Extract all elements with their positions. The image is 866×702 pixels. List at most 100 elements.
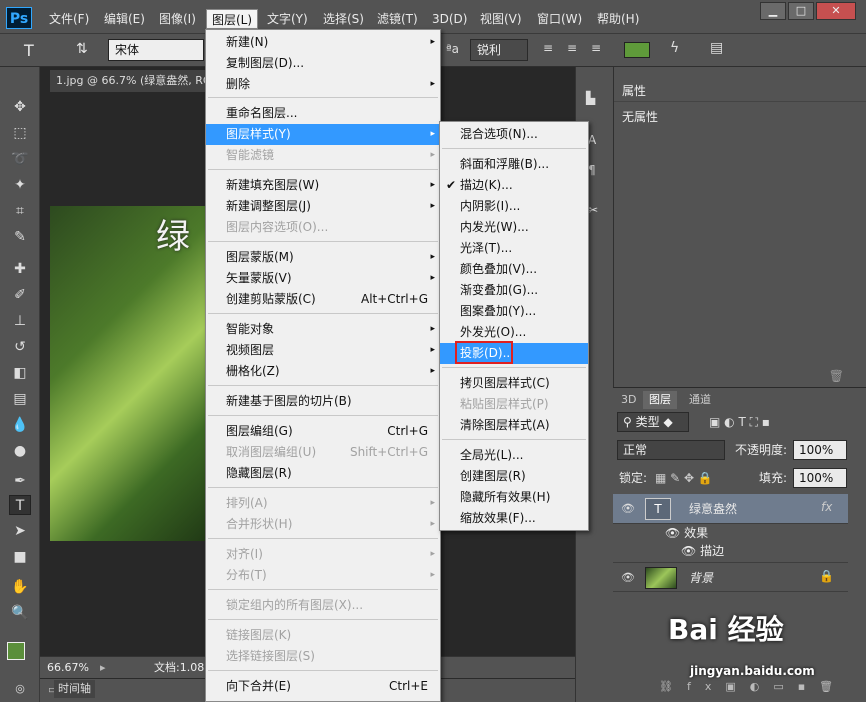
path-selection-tool-icon[interactable]: ➤ [9, 521, 31, 541]
menu-item-pattern-overlay[interactable]: 图案叠加(Y)... [440, 301, 588, 322]
character-panel-icon[interactable]: ▤ [710, 40, 723, 62]
dodge-tool-icon[interactable]: ● [9, 441, 31, 461]
stroke-effect-row[interactable]: 👁 描边 [681, 542, 724, 560]
effects-row[interactable]: 👁 效果 [665, 524, 708, 542]
menu-item-hide-all-effects[interactable]: 隐藏所有效果(H) [440, 487, 588, 508]
menu-item-rename[interactable]: 重命名图层... [206, 103, 440, 124]
menu-item-new-adjustment-layer[interactable]: 新建调整图层(J) ▸ [206, 196, 440, 217]
lasso-tool-icon[interactable]: ➰ [9, 149, 31, 169]
canvas-image[interactable]: 绿 [50, 206, 216, 541]
menu-item-align[interactable]: 对齐(I) ▸ [206, 544, 440, 565]
eye-icon[interactable]: 👁 [621, 571, 635, 584]
menu-image[interactable]: 图像(I) [154, 9, 201, 29]
minimize-button[interactable]: ▁ [760, 2, 786, 20]
menu-item-color-overlay[interactable]: 颜色叠加(V)... [440, 259, 588, 280]
menu-item-gradient-overlay[interactable]: 渐变叠加(G)... [440, 280, 588, 301]
menu-item-video-layer[interactable]: 视频图层 ▸ [206, 340, 440, 361]
menu-view[interactable]: 视图(V) [475, 9, 527, 29]
menu-item-merge-down[interactable]: 向下合并(E) Ctrl+E [206, 676, 440, 697]
menu-item-ungroup-layers[interactable]: 取消图层编组(U) Shift+Ctrl+G [206, 442, 440, 463]
eraser-tool-icon[interactable]: ◧ [9, 363, 31, 383]
blend-mode-select[interactable]: 正常 [617, 440, 725, 460]
timeline-tab[interactable]: 时间轴 [54, 680, 95, 698]
menu-item-paste-style[interactable]: 粘贴图层样式(P) [440, 394, 588, 415]
type-tool-icon[interactable]: T [24, 41, 34, 63]
menu-item-new-fill-layer[interactable]: 新建填充图层(W) ▸ [206, 175, 440, 196]
menu-file[interactable]: 文件(F) [44, 9, 94, 29]
menu-item-combine-shapes[interactable]: 合并形状(H) ▸ [206, 514, 440, 535]
close-button[interactable]: ✕ [816, 2, 856, 20]
healing-brush-tool-icon[interactable]: ✚ [9, 259, 31, 279]
zoom-level[interactable]: 66.67% [47, 657, 89, 679]
brush-tool-icon[interactable]: ✐ [9, 285, 31, 305]
menu-item-arrange[interactable]: 排列(A) ▸ [206, 493, 440, 514]
zoom-tool-icon[interactable]: 🔍 [9, 603, 31, 623]
menu-layer[interactable]: 图层(L) [206, 9, 259, 29]
layer-row-background[interactable]: 👁 背景 🔒 [613, 562, 848, 592]
menu-item-vector-mask[interactable]: 矢量蒙版(V) ▸ [206, 268, 440, 289]
history-brush-tool-icon[interactable]: ↺ [9, 337, 31, 357]
menu-item-rasterize[interactable]: 栅格化(Z) ▸ [206, 361, 440, 382]
menu-item-layer-style[interactable]: 图层样式(Y) ▸ [206, 124, 440, 145]
paragraph-panel-icon[interactable]: ¶ [588, 163, 596, 177]
fill-field[interactable]: 100% [793, 468, 847, 488]
eye-icon[interactable]: 👁 [621, 502, 635, 515]
menu-item-layer-mask[interactable]: 图层蒙版(M) ▸ [206, 247, 440, 268]
menu-item-distribute[interactable]: 分布(T) ▸ [206, 565, 440, 586]
foreground-color-swatch[interactable] [7, 642, 25, 660]
menu-item-copy-style[interactable]: 拷贝图层样式(C) [440, 373, 588, 394]
align-center-icon[interactable]: ≡ [567, 41, 577, 63]
properties-tab[interactable]: 属性 [616, 81, 676, 101]
maximize-button[interactable]: □ [788, 2, 814, 20]
menu-item-delete[interactable]: 删除 ▸ [206, 74, 440, 95]
filter-icons[interactable]: ▣ ◐ T ⛶ ▪ [709, 412, 770, 432]
menu-3d[interactable]: 3D(D) [427, 9, 472, 29]
history-panel-icon[interactable]: ▙ [586, 91, 595, 105]
lock-icons[interactable]: ▦ ✎ ✥ 🔒 [655, 468, 713, 488]
crop-tool-icon[interactable]: ⌗ [9, 201, 31, 221]
menu-item-satin[interactable]: 光泽(T)... [440, 238, 588, 259]
menu-item-hide-layers[interactable]: 隐藏图层(R) [206, 463, 440, 484]
tab-3d[interactable]: 3D [615, 391, 642, 409]
menu-item-link-layers[interactable]: 链接图层(K) [206, 625, 440, 646]
menu-item-global-light[interactable]: 全局光(L)... [440, 445, 588, 466]
filter-kind-select[interactable]: ⚲ 类型 ◆ [617, 412, 689, 432]
move-tool-icon[interactable]: ✥ [9, 97, 31, 117]
rectangle-tool-icon[interactable]: ■ [9, 547, 31, 567]
character-panel-icon[interactable]: A [588, 133, 596, 147]
menu-window[interactable]: 窗口(W) [532, 9, 587, 29]
menu-item-smart-filter[interactable]: 智能滤镜 ▸ [206, 145, 440, 166]
menu-item-group-layers[interactable]: 图层编组(G) Ctrl+G [206, 421, 440, 442]
menu-item-select-linked[interactable]: 选择链接图层(S) [206, 646, 440, 667]
menu-item-inner-glow[interactable]: 内发光(W)... [440, 217, 588, 238]
menu-item-new-slice[interactable]: 新建基于图层的切片(B) [206, 391, 440, 412]
menu-filter[interactable]: 滤镜(T) [372, 9, 423, 29]
status-menu-icon[interactable]: ▸ [100, 657, 106, 679]
menu-item-scale-effects[interactable]: 缩放效果(F)... [440, 508, 588, 529]
font-family-field[interactable]: 宋体 [108, 39, 204, 61]
tab-layers[interactable]: 图层 [643, 391, 677, 409]
menu-item-bevel-emboss[interactable]: 斜面和浮雕(B)... [440, 154, 588, 175]
align-left-icon[interactable]: ≡ [543, 41, 553, 63]
menu-item-lock-all-layers[interactable]: 锁定组内的所有图层(X)... [206, 595, 440, 616]
menu-item-new[interactable]: 新建(N) ▸ [206, 32, 440, 53]
layers-footer-icons[interactable]: ⛓fx▣◐▭▪🗑 [659, 680, 847, 693]
orientation-toggle-icon[interactable]: ⇅ [76, 41, 88, 63]
trash-icon[interactable]: 🗑 [829, 369, 844, 383]
eyedropper-tool-icon[interactable]: ✎ [9, 227, 31, 247]
quick-mask-icon[interactable]: ◎ [9, 679, 31, 699]
menu-item-duplicate[interactable]: 复制图层(D)... [206, 53, 440, 74]
menu-item-inner-shadow[interactable]: 内阴影(I)... [440, 196, 588, 217]
gradient-tool-icon[interactable]: ▤ [9, 389, 31, 409]
menu-item-stroke[interactable]: ✔ 描边(K)... [440, 175, 588, 196]
opacity-field[interactable]: 100% [793, 440, 847, 460]
menu-item-clipping-mask[interactable]: 创建剪贴蒙版(C) Alt+Ctrl+G [206, 289, 440, 310]
layer-name[interactable]: 绿意盎然 [689, 500, 737, 517]
clone-stamp-tool-icon[interactable]: ⊥ [9, 311, 31, 331]
magic-wand-tool-icon[interactable]: ✦ [9, 175, 31, 195]
menu-edit[interactable]: 编辑(E) [99, 9, 150, 29]
marquee-tool-icon[interactable]: ⬚ [9, 123, 31, 143]
menu-item-layer-content-options[interactable]: 图层内容选项(O)... [206, 217, 440, 238]
hand-tool-icon[interactable]: ✋ [9, 577, 31, 597]
menu-item-outer-glow[interactable]: 外发光(O)... [440, 322, 588, 343]
